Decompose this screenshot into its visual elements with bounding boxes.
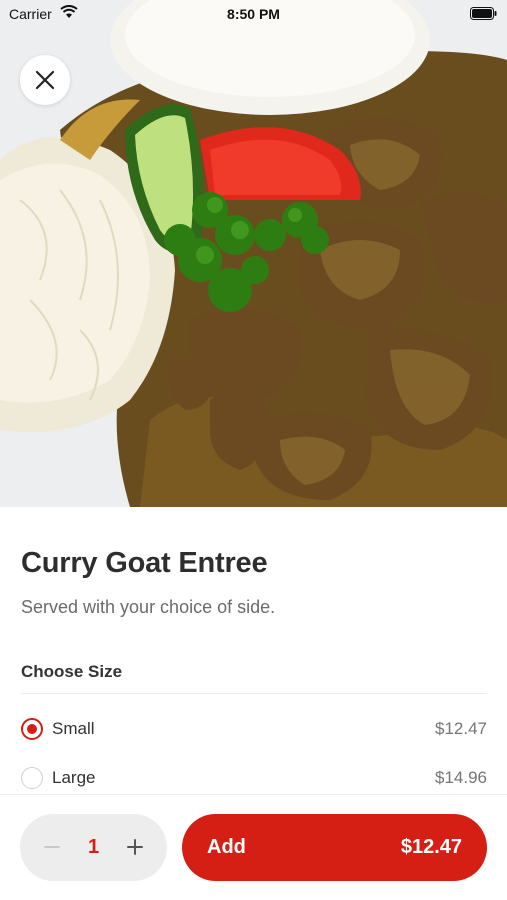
section-divider — [21, 693, 487, 694]
size-option-label: Small — [52, 719, 95, 738]
add-to-cart-button[interactable]: Add $12.47 — [182, 814, 487, 881]
battery-icon — [470, 7, 497, 20]
size-option-price: $14.96 — [435, 768, 487, 787]
plus-icon — [127, 839, 143, 855]
item-description: Served with your choice of side. — [21, 597, 276, 617]
food-photo — [0, 0, 507, 507]
close-icon — [35, 70, 55, 90]
item-title: Curry Goat Entree — [21, 547, 268, 579]
size-option-label: Large — [52, 768, 96, 787]
size-option-price: $12.47 — [435, 719, 487, 738]
status-bar: Carrier 8:50 PM — [0, 0, 507, 28]
bottom-bar: 1 Add $12.47 — [0, 794, 507, 900]
size-section-title: Choose Size — [21, 662, 123, 681]
radio-button-selected[interactable] — [21, 718, 43, 740]
quantity-stepper: 1 — [20, 814, 167, 881]
size-option-large[interactable]: Large $14.96 — [21, 758, 487, 798]
radio-button[interactable] — [21, 767, 43, 789]
close-button[interactable] — [20, 55, 70, 105]
size-option-small[interactable]: Small $12.47 — [21, 709, 487, 749]
add-button-label: Add — [207, 836, 246, 858]
status-time: 8:50 PM — [227, 6, 280, 22]
increase-quantity-button[interactable] — [119, 831, 151, 863]
add-button-price: $12.47 — [400, 836, 462, 858]
